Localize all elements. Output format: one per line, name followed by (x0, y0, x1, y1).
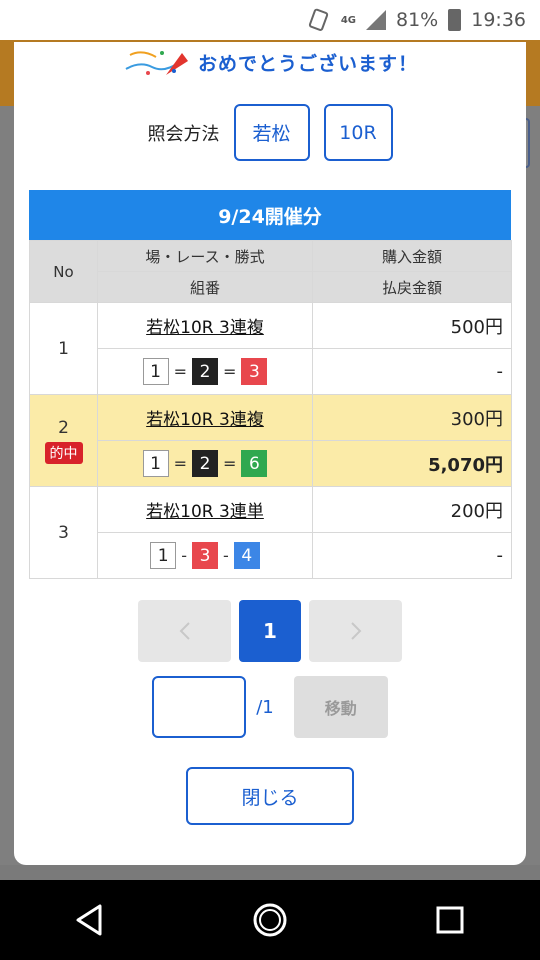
current-page-button[interactable]: 1 (239, 600, 301, 662)
status-bar: 4G 81% 19:36 (0, 0, 540, 40)
combo-separator: - (181, 546, 187, 565)
network-type: 4G (340, 14, 356, 26)
table-row: 3 若松10R 3連単 200円 (29, 486, 512, 579)
close-button[interactable]: 閉じる (186, 767, 354, 825)
table-heading: 9/24開催分 (29, 190, 511, 240)
battery-icon (448, 9, 462, 31)
combo: 1 = 2 = 3 (142, 358, 268, 385)
move-button[interactable]: 移動 (293, 676, 388, 738)
row-no: 2 (58, 417, 69, 438)
header-no: No (29, 240, 98, 303)
boat-number: 2 (192, 450, 218, 477)
page-jump: /1 移動 (14, 676, 526, 738)
race-cell: 若松10R 3連複 (97, 394, 313, 441)
purchase-amount: 500円 (312, 302, 512, 349)
boat-number: 4 (233, 542, 260, 569)
hit-badge: 的中 (44, 441, 83, 464)
ticket-grid: No 場・レース・勝式 購入金額 組番 払戻金額 1 若松10R 3連複 500… (29, 240, 512, 579)
combo: 1 - 3 - 4 (150, 542, 260, 569)
boat-number: 1 (142, 358, 169, 385)
combo-cell: 1 = 2 = 3 (97, 348, 313, 395)
prev-page-button[interactable] (138, 600, 231, 662)
boat-number: 2 (192, 358, 218, 385)
pagination: 1 (14, 600, 526, 662)
purchase-amount: 200円 (312, 486, 512, 533)
header-payout: 払戻金額 (312, 271, 512, 303)
next-page-button[interactable] (309, 600, 402, 662)
payout-amount: 5,070円 (312, 440, 512, 487)
row-no: 1 (29, 302, 98, 395)
race-button[interactable]: 10R (323, 104, 393, 161)
congrats-banner: おめでとうございます！ (14, 42, 526, 82)
back-icon[interactable] (70, 900, 110, 940)
race-link[interactable]: 若松10R 3連単 (146, 502, 264, 522)
result-modal: おめでとうございます！ 照会方法 若松 10R 9/24開催分 No 場・レース… (14, 42, 526, 865)
combo-separator: - (223, 546, 229, 565)
race-link[interactable]: 若松10R 3連複 (146, 410, 264, 430)
row-no: 3 (29, 486, 98, 579)
ticket-table: 9/24開催分 No 場・レース・勝式 購入金額 組番 払戻金額 1 若松10R… (29, 190, 512, 579)
payout-amount: - (312, 532, 512, 579)
boat-number: 3 (241, 358, 268, 385)
boat-number: 6 (241, 450, 268, 477)
table-row: 1 = 2 = 6 5,070円 (30, 440, 512, 487)
combo-cell: 1 = 2 = 6 (97, 440, 313, 487)
combo-separator: = (223, 362, 237, 381)
combo-cell: 1 - 3 - 4 (97, 532, 313, 579)
header-race: 場・レース・勝式 (97, 240, 313, 272)
race-link[interactable]: 若松10R 3連複 (146, 318, 264, 338)
boat-number: 1 (142, 450, 169, 477)
page-number-input[interactable] (152, 676, 247, 738)
clock: 19:36 (471, 9, 526, 31)
venue-button[interactable]: 若松 (233, 104, 310, 161)
page-total: /1 (256, 696, 274, 718)
table-row: 2 的中 若松10R 3連複 300円 (29, 394, 512, 487)
row-no-cell: 2 的中 (29, 394, 98, 487)
boat-number: 1 (150, 542, 177, 569)
race-cell: 若松10R 3連複 (97, 302, 313, 349)
lookup-method: 照会方法 若松 10R (14, 104, 526, 161)
home-icon[interactable] (250, 900, 290, 940)
header-purchase: 購入金額 (312, 240, 512, 272)
chevron-left-icon (179, 622, 190, 640)
lookup-label: 照会方法 (147, 123, 220, 145)
party-popper-icon (125, 51, 188, 75)
purchase-amount: 300円 (312, 394, 512, 441)
boat-number: 3 (192, 542, 218, 569)
race-cell: 若松10R 3連単 (97, 486, 313, 533)
congrats-text: おめでとうございます！ (197, 52, 418, 75)
payout-amount: - (312, 348, 512, 395)
combo-separator: = (173, 362, 187, 381)
header-combo: 組番 (97, 271, 313, 303)
battery-percent: 81% (396, 9, 439, 31)
signal-icon (366, 10, 386, 30)
recents-icon[interactable] (430, 900, 470, 940)
table-row: 1 若松10R 3連複 500円 (29, 302, 512, 395)
combo-separator: = (173, 454, 187, 473)
table-row: 1 - 3 - 4 - (30, 532, 512, 579)
combo: 1 = 2 = 6 (142, 450, 268, 477)
combo-separator: = (223, 454, 237, 473)
chevron-right-icon (350, 622, 361, 640)
navigation-bar (0, 880, 540, 960)
table-row: 1 = 2 = 3 - (30, 348, 512, 395)
sim-card-icon (308, 8, 328, 31)
